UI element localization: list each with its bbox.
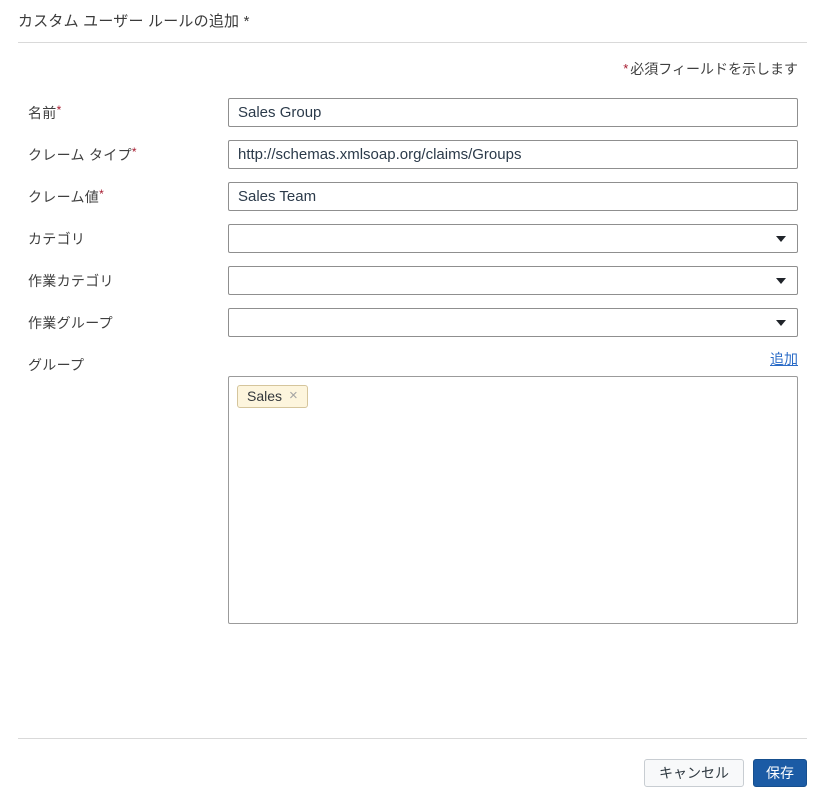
group-tag-label: Sales xyxy=(247,388,282,404)
dialog-footer: キャンセル 保存 xyxy=(18,759,807,787)
claim-type-label: クレーム タイプ* xyxy=(18,140,228,165)
groups-label: グループ xyxy=(18,350,228,375)
work-group-label: 作業グループ xyxy=(18,308,228,333)
cancel-button[interactable]: キャンセル xyxy=(644,759,744,787)
required-asterisk: * xyxy=(57,103,62,117)
groups-box[interactable]: Sales × xyxy=(228,376,798,624)
claim-value-input[interactable] xyxy=(228,182,798,211)
claim-type-input[interactable] xyxy=(228,140,798,169)
required-note-text: 必須フィールドを示します xyxy=(630,61,798,77)
work-category-label: 作業カテゴリ xyxy=(18,266,228,291)
chevron-down-icon xyxy=(776,236,786,242)
save-button[interactable]: 保存 xyxy=(753,759,807,787)
required-asterisk: * xyxy=(99,187,104,201)
groups-row: グループ 追加 Sales × xyxy=(18,350,807,624)
header-divider xyxy=(18,42,807,43)
group-tag: Sales × xyxy=(237,385,308,408)
work-group-row: 作業グループ xyxy=(18,308,807,337)
add-custom-user-rule-dialog: カスタム ユーザー ルールの追加 * *必須フィールドを示します 名前* クレー… xyxy=(0,0,825,787)
category-row: カテゴリ xyxy=(18,224,807,253)
work-category-row: 作業カテゴリ xyxy=(18,266,807,295)
category-label: カテゴリ xyxy=(18,224,228,249)
name-label: 名前* xyxy=(18,98,228,123)
page-title: カスタム ユーザー ルールの追加 * xyxy=(18,12,807,32)
required-asterisk: * xyxy=(623,61,628,76)
work-category-select[interactable] xyxy=(228,266,798,295)
name-input[interactable] xyxy=(228,98,798,127)
claim-type-row: クレーム タイプ* xyxy=(18,140,807,169)
footer-divider xyxy=(18,738,807,739)
chevron-down-icon xyxy=(776,278,786,284)
add-group-link[interactable]: 追加 xyxy=(770,351,798,367)
claim-value-row: クレーム値* xyxy=(18,182,807,211)
required-asterisk: * xyxy=(132,145,137,159)
category-select[interactable] xyxy=(228,224,798,253)
name-row: 名前* xyxy=(18,98,807,127)
chevron-down-icon xyxy=(776,320,786,326)
claim-value-label: クレーム値* xyxy=(18,182,228,207)
close-icon[interactable]: × xyxy=(289,389,298,403)
required-fields-note: *必須フィールドを示します xyxy=(18,59,798,79)
work-group-select[interactable] xyxy=(228,308,798,337)
